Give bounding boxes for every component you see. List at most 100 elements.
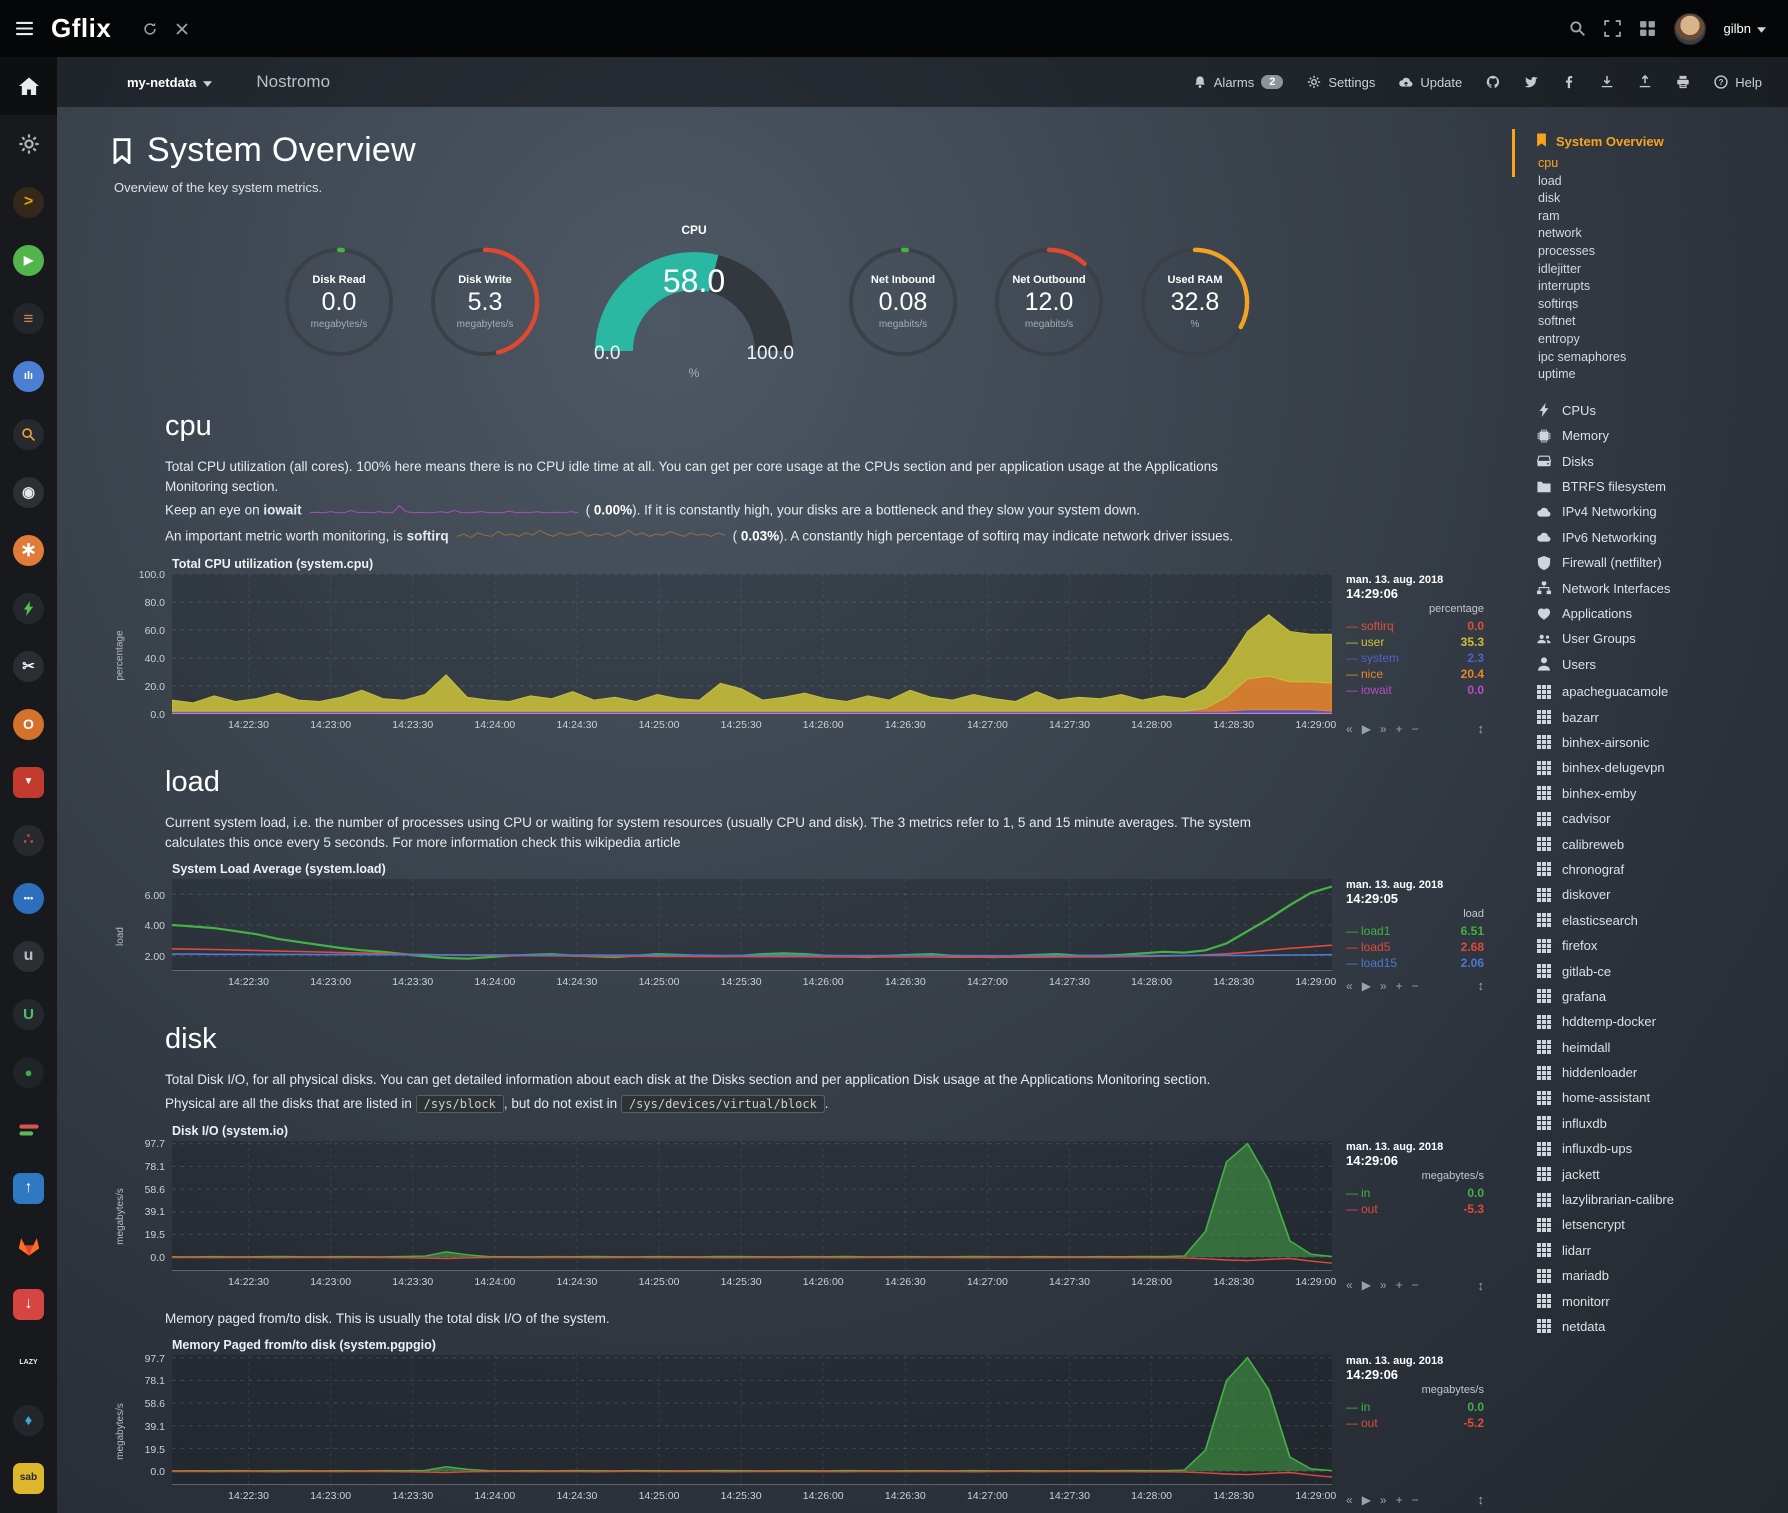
chart-system-io[interactable]: Disk I/O (system.io) megabytes/s 97.778.… [112,1124,1484,1293]
legend-load5[interactable]: —load52.68 [1346,939,1484,955]
sidebar-app-shield-app[interactable]: ▼ [0,753,57,811]
chart-play-button[interactable]: ▶ [1362,722,1371,736]
softirq-sparkline-chart[interactable] [457,526,725,548]
chart-plot[interactable] [172,1141,1332,1271]
menu-item-monitorr[interactable]: monitorr [1536,1288,1780,1313]
menu-item-applications[interactable]: Applications [1536,601,1780,626]
menu-item-lazylibrarian-calibre[interactable]: lazylibrarian-calibre [1536,1187,1780,1212]
chart-pan-forward-button[interactable]: » [1380,722,1387,736]
legend-out[interactable]: —out-5.2 [1346,1415,1484,1431]
sidebar-app-green-dot-app[interactable]: ● [0,1043,57,1101]
sidebar-app-pinwheel-app[interactable]: ∗ [0,521,57,579]
sidebar-app-gitlab[interactable] [0,1217,57,1275]
import-snapshot-button[interactable] [1600,75,1614,89]
menu-item-calibreweb[interactable]: calibreweb [1536,831,1780,856]
menu-item-hddtemp-docker[interactable]: hddtemp-docker [1536,1009,1780,1034]
sidebar-app-plex[interactable]: > [0,173,57,231]
menu-item-load[interactable]: load [1538,173,1780,191]
menu-item-influxdb[interactable]: influxdb [1536,1111,1780,1136]
menu-item-binhex-airsonic[interactable]: binhex-airsonic [1536,730,1780,755]
chart-play-button[interactable]: ▶ [1362,1278,1371,1292]
menu-item-btrfs-filesystem[interactable]: BTRFS filesystem [1536,474,1780,499]
legend-load1[interactable]: —load16.51 [1346,923,1484,939]
menu-item-apacheguacamole[interactable]: apacheguacamole [1536,679,1780,704]
chart-play-button[interactable]: ▶ [1362,1493,1371,1507]
legend-system[interactable]: —system2.3 [1346,650,1484,666]
legend-iowait[interactable]: —iowait0.0 [1346,682,1484,698]
gauge-net-inbound[interactable]: Net Inbound 0.08 megabits/s [844,243,962,361]
chart-resize-handle[interactable]: ↕ [1478,1278,1485,1293]
settings-button[interactable]: Settings [1307,75,1375,90]
update-button[interactable]: Update [1399,75,1462,90]
menu-item-firefox[interactable]: firefox [1536,933,1780,958]
wikipedia-link[interactable]: this wikipedia article [560,835,680,850]
chart-resize-handle[interactable]: ↕ [1478,721,1485,736]
export-snapshot-button[interactable] [1638,75,1652,89]
menu-item-system-overview[interactable]: System Overview [1536,133,1780,150]
legend-in[interactable]: —in0.0 [1346,1185,1484,1201]
legend-in[interactable]: —in0.0 [1346,1399,1484,1415]
legend-out[interactable]: —out-5.3 [1346,1201,1484,1217]
chart-pan-backward-button[interactable]: « [1346,1493,1353,1507]
menu-item-uptime[interactable]: uptime [1538,366,1780,384]
menu-item-softirqs[interactable]: softirqs [1538,296,1780,314]
menu-item-binhex-emby[interactable]: binhex-emby [1536,781,1780,806]
menu-item-ram[interactable]: ram [1538,208,1780,226]
gauge-net-outbound[interactable]: Net Outbound 12.0 megabits/s [990,243,1108,361]
sidebar-app-cluster-app[interactable]: ∴ [0,811,57,869]
menu-item-entropy[interactable]: entropy [1538,331,1780,349]
menu-item-gitlab-ce[interactable]: gitlab-ce [1536,958,1780,983]
chart-pan-forward-button[interactable]: » [1380,1493,1387,1507]
print-button[interactable] [1676,75,1690,89]
chart-system-load[interactable]: System Load Average (system.load) load 6… [112,862,1484,993]
legend-softirq[interactable]: —softirq0.0 [1346,618,1484,634]
menu-item-mariadb[interactable]: mariadb [1536,1263,1780,1288]
server-dropdown[interactable]: my-netdata [127,75,212,90]
alarms-button[interactable]: Alarms 2 [1193,75,1284,90]
hostname-tab[interactable]: Nostromo [256,72,330,92]
legend-load15[interactable]: —load152.06 [1346,955,1484,971]
sidebar-app-airsonic[interactable]: ılı [0,347,57,405]
menu-item-firewall-netfilter-[interactable]: Firewall (netfilter) [1536,550,1780,575]
sidebar-app-downloader-app[interactable]: ↓ [0,1275,57,1333]
hamburger-menu-icon[interactable] [16,20,33,37]
twitter-button[interactable] [1524,75,1538,89]
menu-item-softnet[interactable]: softnet [1538,313,1780,331]
chart-pan-backward-button[interactable]: « [1346,722,1353,736]
menu-item-letsencrypt[interactable]: letsencrypt [1536,1212,1780,1237]
chart-system-cpu[interactable]: Total CPU utilization (system.cpu) perce… [112,557,1484,736]
gauge-disk-write[interactable]: Disk Write 5.3 megabytes/s [426,243,544,361]
sidebar-app-green-u-app[interactable]: U [0,985,57,1043]
sidebar-app-lazylibrarian[interactable]: LAZY [0,1333,57,1391]
menu-item-heimdall[interactable]: heimdall [1536,1034,1780,1059]
menu-item-cpu[interactable]: cpu [1538,155,1780,173]
menu-item-bazarr[interactable]: bazarr [1536,704,1780,729]
chart-zoom-out-button[interactable]: − [1412,722,1419,736]
chart-zoom-out-button[interactable]: − [1412,1493,1419,1507]
menu-item-lidarr[interactable]: lidarr [1536,1238,1780,1263]
menu-item-network[interactable]: network [1538,225,1780,243]
sidebar-app-cadvisor[interactable] [0,579,57,637]
sidebar-app-nextcloud[interactable]: ••• [0,869,57,927]
menu-item-chronograf[interactable]: chronograf [1536,857,1780,882]
menu-item-users[interactable]: Users [1536,652,1780,677]
chart-system-pgpgio[interactable]: Memory Paged from/to disk (system.pgpgio… [112,1338,1484,1507]
chart-zoom-in-button[interactable]: + [1396,1278,1403,1292]
gauge-used-ram[interactable]: Used RAM 32.8 % [1136,243,1254,361]
menu-item-grafana[interactable]: grafana [1536,984,1780,1009]
chart-plot[interactable] [172,574,1332,714]
sidebar-app-uploader-app[interactable]: ↑ [0,1159,57,1217]
sidebar-app-calibre[interactable]: ≡ [0,289,57,347]
menu-item-hiddenloader[interactable]: hiddenloader [1536,1060,1780,1085]
legend-user[interactable]: —user35.3 [1346,634,1484,650]
menu-item-idlejitter[interactable]: idlejitter [1538,261,1780,279]
sidebar-app-drop-app[interactable]: ♦ [0,1391,57,1449]
chart-zoom-in-button[interactable]: + [1396,722,1403,736]
chart-pan-backward-button[interactable]: « [1346,979,1353,993]
legend-nice[interactable]: —nice20.4 [1346,666,1484,682]
chart-pan-backward-button[interactable]: « [1346,1278,1353,1292]
refresh-tab-icon[interactable] [143,22,157,36]
help-button[interactable]: ? Help [1714,75,1762,90]
search-icon[interactable] [1569,20,1586,37]
menu-item-cadvisor[interactable]: cadvisor [1536,806,1780,831]
